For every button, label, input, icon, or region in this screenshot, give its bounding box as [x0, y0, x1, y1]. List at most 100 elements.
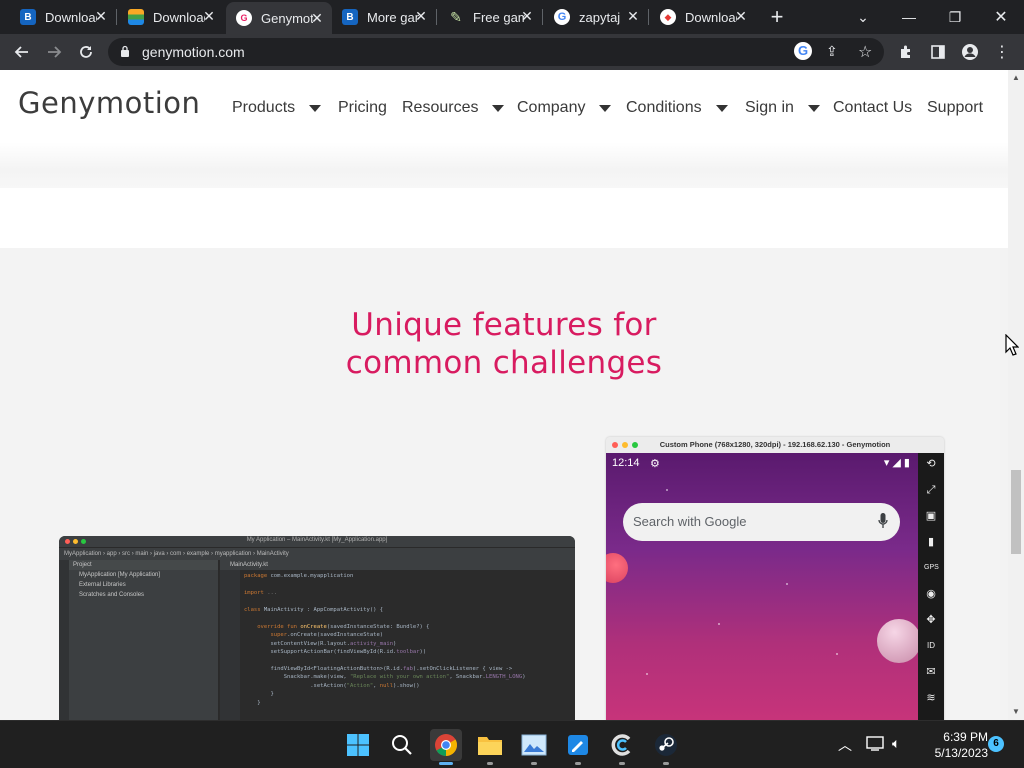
caret-down-icon	[492, 104, 505, 112]
browser-tab[interactable]: B Download ✕	[10, 0, 116, 34]
browser-tab[interactable]: ◆ Download ✕	[650, 0, 756, 34]
restore-button[interactable]: ❐	[932, 0, 978, 34]
ide-editor: MainActivity.kt package com.example.myap…	[220, 560, 575, 720]
caret-down-icon	[715, 104, 728, 112]
taskbar-ccleaner[interactable]	[606, 729, 638, 765]
nav-company[interactable]: Company	[517, 99, 612, 117]
close-icon[interactable]: ✕	[626, 9, 640, 23]
profile-icon	[962, 44, 978, 60]
taskbar-photos[interactable]	[518, 729, 550, 765]
planet-decoration	[877, 619, 921, 663]
file-explorer-icon	[478, 737, 502, 755]
bluestacks-icon: B	[20, 9, 36, 25]
ruby-icon: ◆	[660, 9, 676, 25]
steam-icon	[655, 734, 677, 756]
browser-tab[interactable]: ✎ Free games ✕	[438, 0, 542, 34]
new-tab-button[interactable]: +	[767, 6, 787, 28]
taskbar-search-button[interactable]	[386, 729, 418, 761]
resize-icon[interactable]: ⤢	[924, 483, 938, 497]
genymotion-logo[interactable]: Genymotion	[18, 86, 200, 120]
close-icon[interactable]: ✕	[94, 9, 108, 23]
extensions-button[interactable]	[894, 40, 918, 64]
scroll-up-arrow-icon[interactable]: ▲	[1011, 73, 1021, 83]
battery-icon[interactable]: ▮	[924, 535, 938, 549]
code-block: package com.example.myapplication import…	[244, 573, 526, 706]
project-row: Scratches and Consoles	[79, 592, 145, 598]
menu-kebab-icon[interactable]: ⋮	[990, 40, 1014, 64]
scroll-down-arrow-icon[interactable]: ▼	[1011, 707, 1021, 717]
address-bar[interactable]: genymotion.com G ⇪ ☆	[108, 38, 884, 66]
nav-label: Resources	[402, 99, 479, 116]
section-heading: Unique features for common challenges	[0, 306, 1008, 382]
taskbar-file-explorer[interactable]	[474, 729, 506, 765]
close-icon[interactable]: ✕	[310, 11, 324, 25]
url-text: genymotion.com	[142, 44, 245, 60]
google-lens-icon[interactable]: G	[794, 42, 812, 60]
rotate-icon[interactable]: ⟲	[924, 457, 938, 471]
close-window-button[interactable]: ✕	[978, 0, 1024, 34]
puzzle-icon	[901, 45, 910, 58]
project-row: External Libraries	[79, 582, 126, 588]
profile-button[interactable]	[958, 40, 982, 64]
id-icon[interactable]: ID	[924, 639, 938, 653]
nav-label: Sign in	[745, 99, 794, 116]
tab-title: More games	[367, 9, 419, 25]
mouse-pointer-icon	[1005, 334, 1019, 356]
genymotion-emulator-screenshot: Custom Phone (768x1280, 320dpi) - 192.16…	[606, 437, 944, 720]
browser-tab[interactable]: B More games ✕	[332, 0, 436, 34]
start-button[interactable]	[342, 729, 374, 761]
close-icon[interactable]: ✕	[414, 9, 428, 23]
header-shadow-strip	[0, 142, 1008, 188]
close-icon[interactable]: ✕	[734, 9, 748, 23]
browser-tab-strip: B Download ✕ Download ✕ G Genymotion ✕ B…	[0, 0, 1024, 34]
share-icon[interactable]: ⇪	[826, 43, 838, 60]
close-icon[interactable]: ✕	[520, 9, 534, 23]
move-icon[interactable]: ✥	[924, 613, 938, 627]
nav-products[interactable]: Products	[232, 99, 322, 117]
nav-contact-us[interactable]: Contact Us	[833, 99, 912, 117]
volume-icon[interactable]: 🔈︎	[892, 735, 900, 752]
nav-sign-in[interactable]: Sign in	[745, 99, 820, 117]
browser-tab-active[interactable]: G Genymotion ✕	[226, 2, 332, 34]
browser-tab[interactable]: Download ✕	[118, 0, 224, 34]
webcam-icon[interactable]: ◉	[924, 587, 938, 601]
tab-title: Free games	[473, 9, 525, 25]
page-scrollbar[interactable]: ▲ ▼	[1008, 70, 1024, 720]
taskbar-steam[interactable]	[650, 729, 682, 765]
feather-icon: ✎	[450, 8, 462, 25]
nav-resources[interactable]: Resources	[402, 99, 505, 117]
editor-gutter	[220, 570, 240, 720]
notification-badge[interactable]: 6	[988, 736, 1004, 752]
back-button[interactable]	[10, 40, 34, 64]
search-icon	[392, 735, 412, 755]
tab-search-chevron-icon[interactable]: ⌄	[840, 0, 886, 34]
rss-icon[interactable]: ≋	[924, 691, 938, 705]
side-panel-button[interactable]	[926, 40, 950, 64]
ide-breadcrumb: MyApplication › app › src › main › java …	[59, 547, 575, 560]
status-icons: ▾ ◢ ▮	[883, 457, 910, 469]
nav-support[interactable]: Support	[927, 99, 983, 117]
bluestacks-layers-icon	[128, 9, 144, 25]
camera-icon[interactable]: ▣	[924, 509, 938, 523]
sms-icon[interactable]: ✉	[924, 665, 938, 679]
browser-tab[interactable]: G zapytaj ✕	[544, 0, 648, 34]
nav-conditions[interactable]: Conditions	[626, 99, 728, 117]
close-icon[interactable]: ✕	[202, 9, 216, 23]
reload-icon	[80, 46, 92, 58]
taskbar-chrome[interactable]	[430, 729, 462, 765]
taskbar-paint[interactable]	[562, 729, 594, 765]
minimize-button[interactable]: —	[886, 0, 932, 34]
forward-button[interactable]	[42, 40, 66, 64]
show-hidden-icons-chevron-icon[interactable]: ︿	[838, 735, 852, 755]
arrow-left-icon	[14, 46, 28, 58]
nav-pricing[interactable]: Pricing	[338, 99, 387, 117]
caret-down-icon	[309, 104, 322, 112]
gps-icon[interactable]: GPS	[924, 561, 939, 575]
reload-button[interactable]	[74, 40, 98, 64]
tab-title: Download	[45, 9, 97, 25]
network-icon[interactable]	[866, 735, 884, 754]
scrollbar-thumb[interactable]	[1011, 470, 1021, 554]
system-clock[interactable]: 6:39 PM 5/13/2023	[918, 729, 988, 761]
paint-icon	[568, 735, 588, 755]
bookmark-star-icon[interactable]: ☆	[858, 42, 872, 62]
